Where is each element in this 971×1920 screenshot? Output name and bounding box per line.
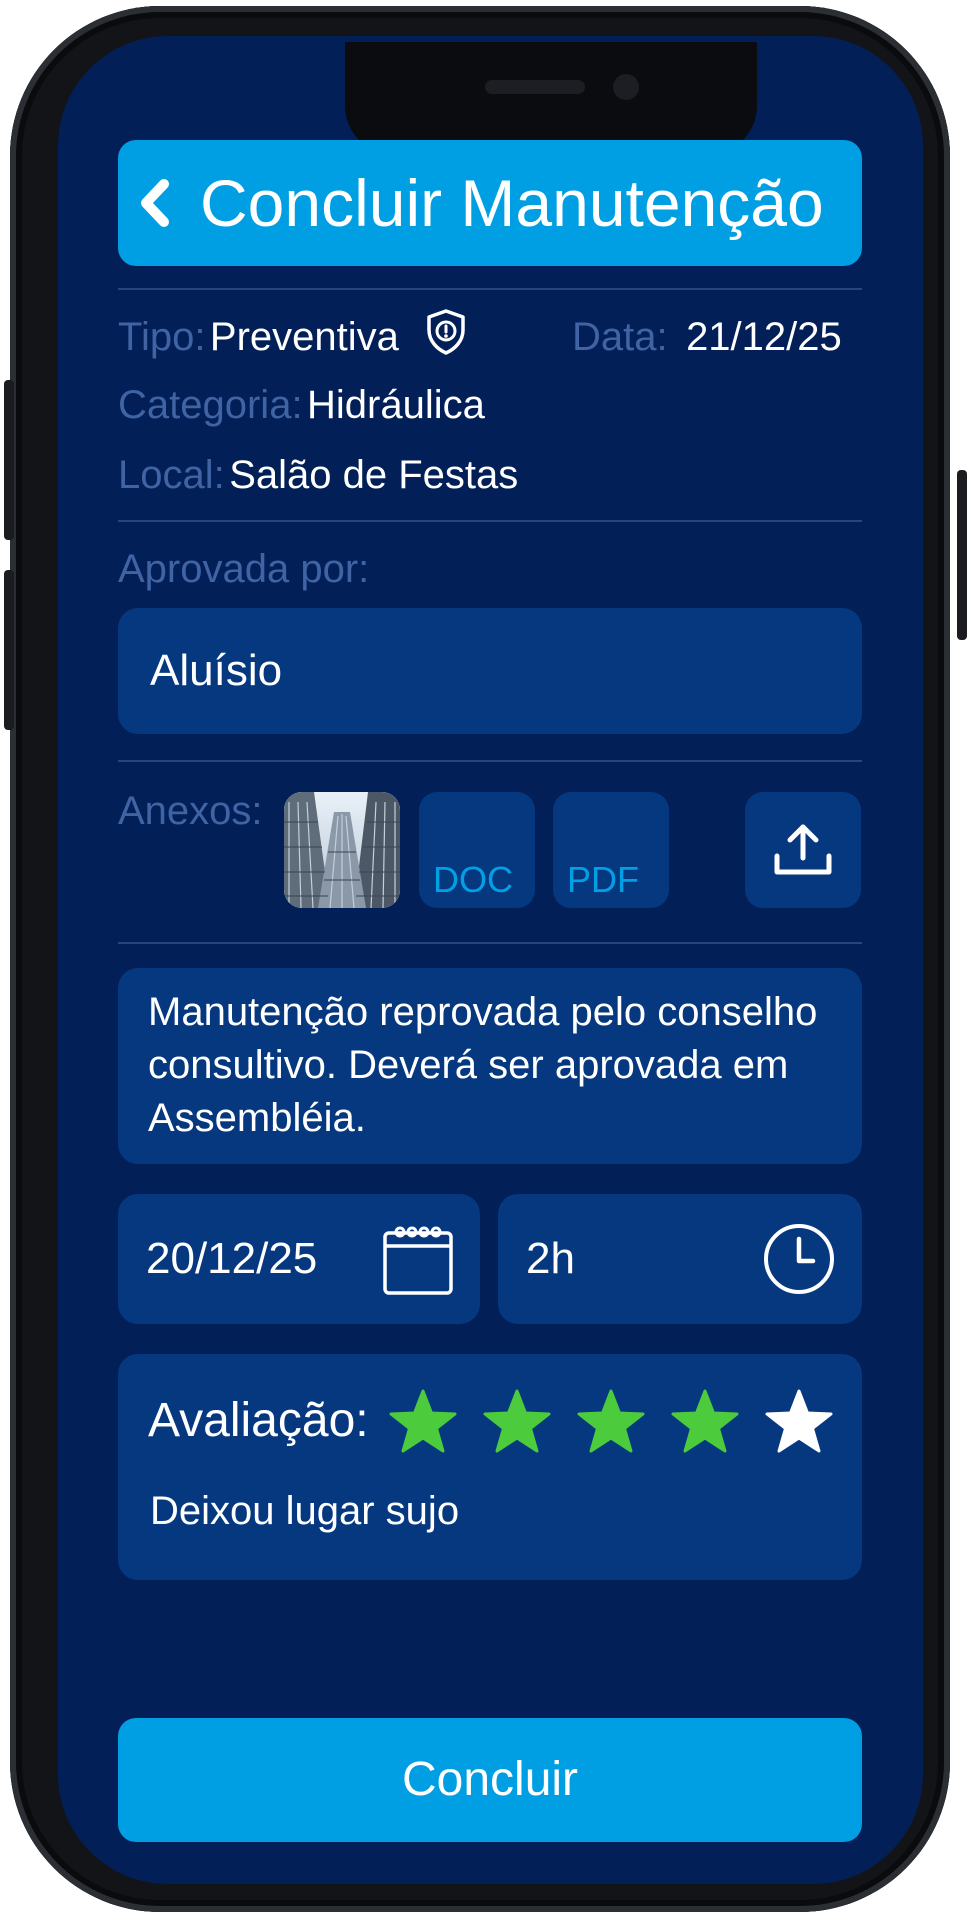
data-label: Data: bbox=[572, 315, 668, 359]
local-value: Salão de Festas bbox=[229, 453, 519, 497]
divider bbox=[118, 520, 862, 522]
star-icon[interactable] bbox=[482, 1388, 552, 1456]
duration-value: 2h bbox=[526, 1234, 575, 1283]
note-text: Manutenção reprovada pelo conselho consu… bbox=[148, 990, 818, 1140]
clock-icon bbox=[764, 1224, 834, 1294]
building-photo bbox=[284, 792, 400, 908]
divider bbox=[118, 288, 862, 290]
approved-by-field[interactable]: Aluísio bbox=[118, 608, 862, 734]
attachment-pdf[interactable]: PDF bbox=[553, 792, 669, 908]
star-icon[interactable] bbox=[670, 1388, 740, 1456]
attachments-label: Anexos: bbox=[118, 789, 263, 833]
upload-icon bbox=[774, 824, 832, 875]
page-header: Concluir Manutenção bbox=[118, 140, 862, 266]
rating-card: Avaliação: Deixou lugar sujo bbox=[118, 1354, 862, 1580]
local-label: Local: bbox=[118, 453, 225, 497]
categoria-value: Hidráulica bbox=[307, 383, 485, 427]
star-icon[interactable] bbox=[576, 1388, 646, 1456]
chevron-left-icon bbox=[141, 179, 169, 227]
shield-icon bbox=[427, 309, 465, 355]
divider bbox=[118, 760, 862, 762]
tipo-label: Tipo: bbox=[118, 315, 206, 359]
power-button bbox=[957, 470, 967, 640]
divider bbox=[118, 942, 862, 944]
approved-by-label: Aprovada por: bbox=[118, 547, 370, 591]
rating-comment: Deixou lugar sujo bbox=[150, 1489, 460, 1533]
data-row: Data: 21/12/25 bbox=[572, 314, 842, 360]
back-button[interactable] bbox=[138, 176, 172, 230]
volume-down-button bbox=[4, 570, 14, 730]
volume-up-button bbox=[4, 380, 14, 540]
date-field[interactable]: 20/12/25 bbox=[118, 1194, 480, 1324]
pdf-label: PDF bbox=[567, 859, 639, 900]
local-row: Local: Salão de Festas bbox=[118, 452, 518, 498]
doc-label: DOC bbox=[433, 859, 513, 900]
calendar-icon bbox=[383, 1226, 453, 1295]
categoria-row: Categoria: Hidráulica bbox=[118, 382, 485, 428]
date-value: 20/12/25 bbox=[146, 1234, 318, 1283]
approved-by-value: Aluísio bbox=[150, 646, 283, 695]
page-title: Concluir Manutenção bbox=[200, 166, 824, 240]
notch bbox=[345, 42, 757, 154]
star-icon[interactable] bbox=[388, 1388, 458, 1456]
attachment-doc[interactable]: DOC bbox=[419, 792, 535, 908]
attachment-image[interactable] bbox=[284, 792, 400, 908]
front-camera bbox=[613, 74, 639, 100]
categoria-label: Categoria: bbox=[118, 383, 303, 427]
rating-label: Avaliação: bbox=[148, 1394, 369, 1447]
conclude-button[interactable]: Concluir bbox=[118, 1718, 862, 1842]
tipo-value: Preventiva bbox=[209, 315, 399, 359]
data-value: 21/12/25 bbox=[686, 315, 842, 359]
star-icon[interactable] bbox=[764, 1388, 834, 1456]
upload-button[interactable] bbox=[745, 792, 861, 908]
speaker-grill bbox=[485, 80, 585, 94]
rating-stars[interactable] bbox=[388, 1388, 848, 1460]
duration-field[interactable]: 2h bbox=[498, 1194, 862, 1324]
tipo-row: Tipo: Preventiva bbox=[118, 314, 399, 360]
